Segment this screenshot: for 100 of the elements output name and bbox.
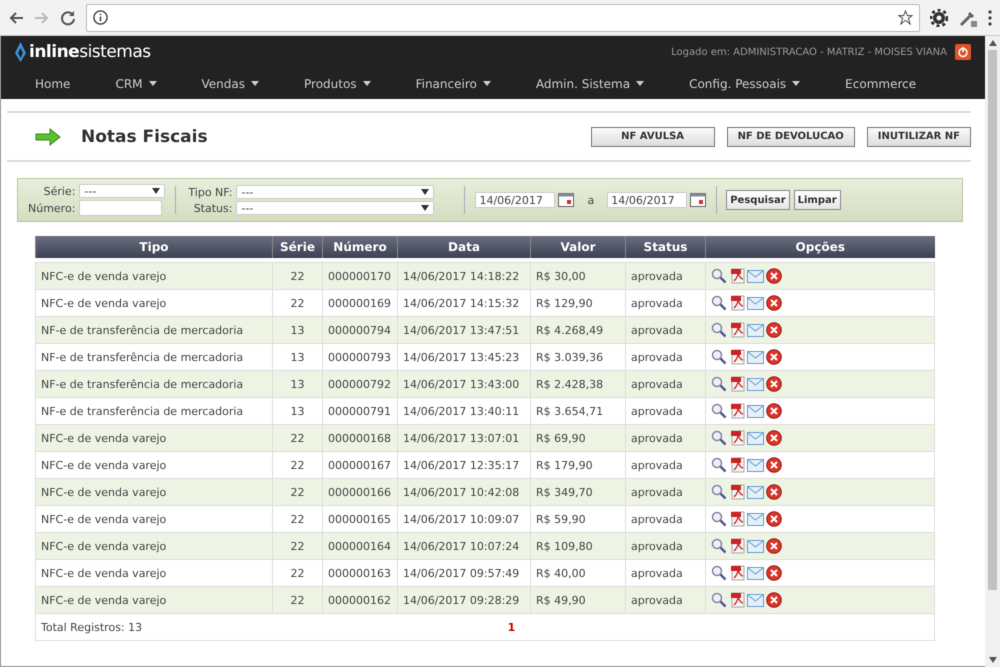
delete-icon[interactable] [766,430,782,446]
delete-icon[interactable] [766,457,782,473]
magnifier-icon[interactable] [711,565,728,581]
delete-icon[interactable] [766,484,782,500]
table-cell: NFC-e de venda varejo [36,262,272,290]
delete-icon[interactable] [766,268,782,284]
delete-icon[interactable] [766,295,782,311]
delete-icon[interactable] [766,349,782,365]
date-field[interactable]: 14/06/2017 [475,192,556,208]
table-cell: 14/06/2017 14:18:22 [398,262,530,290]
select-field[interactable]: --- [236,201,434,215]
scrollbar[interactable] [985,36,1000,667]
column-header[interactable]: Valor [530,236,626,258]
delete-icon[interactable] [766,511,782,527]
menu-icon[interactable] [988,10,992,26]
pdf-icon[interactable] [730,592,745,608]
nav-menu-item[interactable]: Produtos [304,76,371,90]
nav-menu-item[interactable]: Config. Pessoais [689,76,800,90]
table-cell: NFC-e de venda varejo [36,424,272,452]
pdf-icon[interactable] [730,457,745,473]
dropdown-arrow-icon [152,188,160,194]
action-button[interactable]: NF DE DEVOLUCAO [726,126,855,146]
column-header[interactable]: Tipo [36,236,272,258]
table-cell: aprovada [626,316,706,344]
pdf-icon[interactable] [730,295,745,311]
info-icon[interactable] [93,10,108,25]
input-field[interactable] [79,200,162,216]
nav-menu-item[interactable]: Financeiro [416,76,491,90]
column-header[interactable]: Status [626,236,706,258]
table-cell: R$ 349,70 [530,478,626,506]
table-cell: aprovada [626,262,706,290]
search-button[interactable]: Pesquisar [726,190,790,210]
nav-menu-item[interactable]: Home [35,76,70,90]
reload-icon[interactable] [60,10,76,26]
pdf-icon[interactable] [730,511,745,527]
table-cell: aprovada [626,586,706,614]
column-header[interactable]: Número [322,236,398,258]
magnifier-icon[interactable] [711,538,728,554]
table-cell: R$ 49,90 [530,586,626,614]
power-icon[interactable] [955,44,971,60]
select-field[interactable]: --- [236,185,434,199]
table-cell: aprovada [626,532,706,560]
column-header[interactable]: Série [272,236,322,258]
logo[interactable]: inlinesistemas [15,42,151,62]
magnifier-icon[interactable] [711,457,728,473]
field-label: Número: [28,202,76,214]
delete-icon[interactable] [766,538,782,554]
calendar-icon[interactable] [558,193,574,207]
clear-button[interactable]: Limpar [794,190,841,210]
action-button[interactable]: NF AVULSA [590,126,715,146]
pdf-icon[interactable] [730,322,745,338]
pdf-icon[interactable] [730,403,745,419]
pdf-icon[interactable] [730,565,745,581]
select-field[interactable]: --- [79,184,166,198]
pdf-icon[interactable] [730,538,745,554]
column-header[interactable]: Opções [706,236,934,258]
table-cell: R$ 30,00 [530,262,626,290]
date-field[interactable]: 14/06/2017 [607,192,688,208]
back-icon[interactable] [8,10,24,26]
pdf-icon[interactable] [730,430,745,446]
delete-icon[interactable] [766,376,782,392]
page-link[interactable]: 1 [508,620,516,634]
magnifier-icon[interactable] [711,376,728,392]
delete-icon[interactable] [766,403,782,419]
magnifier-icon[interactable] [711,349,728,365]
pdf-icon[interactable] [730,268,745,284]
magnifier-icon[interactable] [711,430,728,446]
table-cell: 22 [272,478,322,506]
scroll-down-icon[interactable] [988,657,996,663]
magnifier-icon[interactable] [711,403,728,419]
nav-menu-item[interactable]: Vendas [202,76,260,90]
pdf-icon[interactable] [730,376,745,392]
delete-icon[interactable] [766,565,782,581]
field-label: Série: [42,184,76,198]
nav-menu-item[interactable]: Ecommerce [845,76,916,90]
magnifier-icon[interactable] [711,268,728,284]
magnifier-icon[interactable] [711,592,728,608]
nav-menu-item[interactable]: CRM [115,76,157,90]
table-cell: 14/06/2017 10:42:08 [398,478,530,506]
gear-icon[interactable] [930,8,948,26]
pdf-icon[interactable] [730,484,745,500]
magnifier-icon[interactable] [711,322,728,338]
pdf-icon[interactable] [730,349,745,365]
magnifier-icon[interactable] [711,484,728,500]
table-cell: 000000170 [322,262,398,290]
table-cell: NF-e de transferência de mercadoria [36,370,272,398]
magnifier-icon[interactable] [711,511,728,527]
table-cell: NFC-e de venda varejo [36,478,272,506]
page-title: Notas Fiscais [81,126,208,146]
column-header[interactable]: Data [398,236,530,258]
nav-menu-item[interactable]: Admin. Sistema [536,76,644,90]
delete-icon[interactable] [766,592,782,608]
star-icon[interactable] [898,10,913,25]
scroll-up-icon[interactable] [988,40,996,46]
table-cell: 000000794 [322,316,398,344]
delete-icon[interactable] [766,322,782,338]
magnifier-icon[interactable] [711,295,728,311]
calendar-icon[interactable] [690,193,706,207]
action-button[interactable]: INUTILIZAR NF [866,126,971,146]
table-cell: 000000168 [322,424,398,452]
